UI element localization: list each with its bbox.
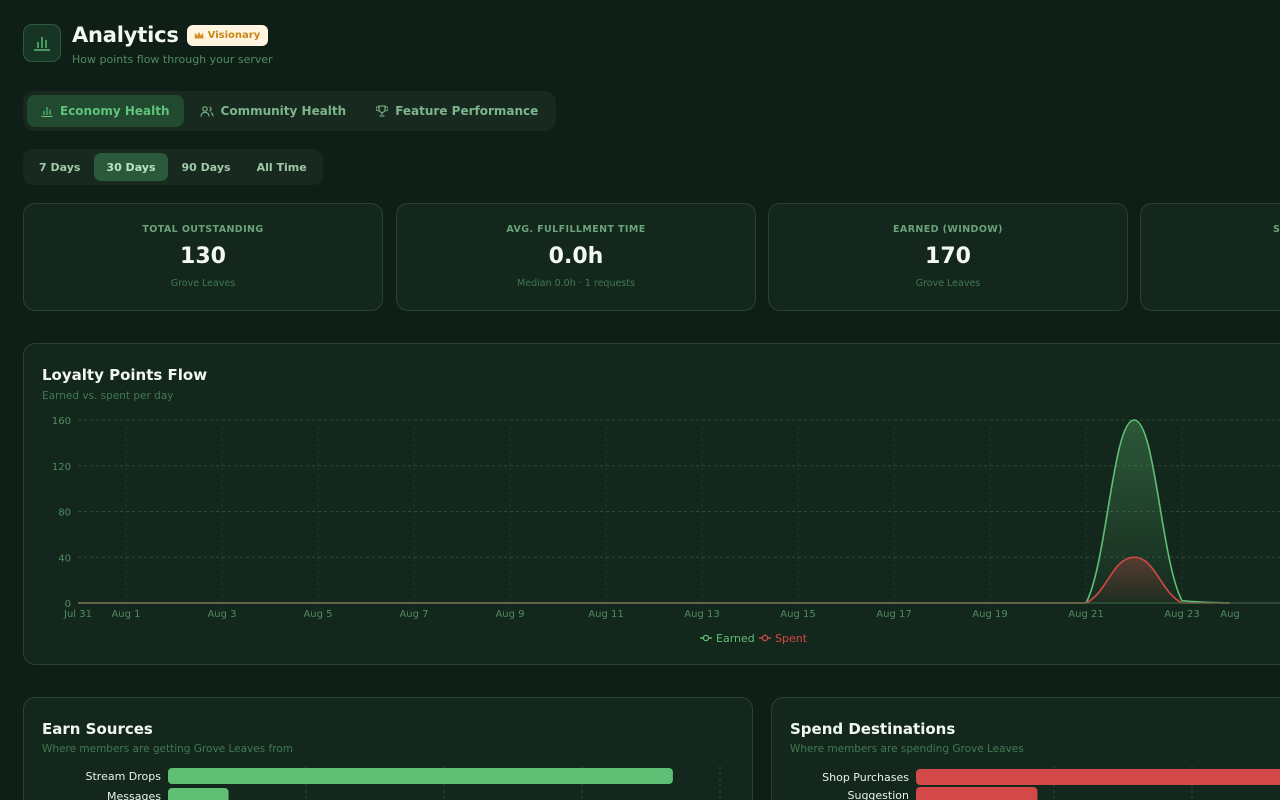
earn-source-label: Messages <box>107 790 161 800</box>
earn-source-label: Stream Drops <box>86 770 162 783</box>
earn-source-bar <box>168 788 229 800</box>
spend-destination-label: Suggestion <box>848 789 910 800</box>
source-bar-charts: Stream Drops Messages Shop Purchases Sugges… <box>86 766 1280 800</box>
spend-destination-bar <box>916 769 1280 785</box>
earn-source-bar <box>168 768 673 784</box>
spend-destination-label: Shop Purchases <box>822 771 909 784</box>
spend-destination-bar <box>916 787 1038 800</box>
